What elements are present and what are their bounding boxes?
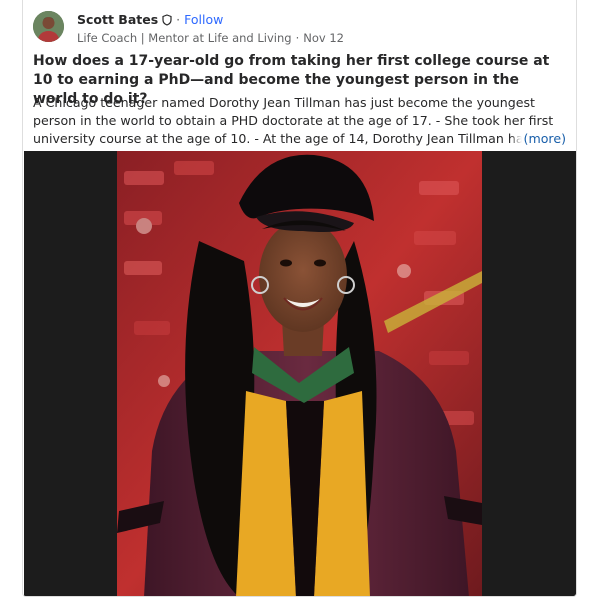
author-name[interactable]: Scott Bates xyxy=(77,12,158,27)
author-credential: Life Coach | Mentor at Life and Living xyxy=(77,31,292,45)
author-line: Scott Bates · Follow xyxy=(77,12,223,29)
credential-line: Life Coach | Mentor at Life and Living · N… xyxy=(77,31,344,45)
answer-text[interactable]: A Chicago teenager named Dorothy Jean Ti… xyxy=(33,94,571,148)
post-header: Scott Bates · Follow Life Coach | Mentor a… xyxy=(33,11,568,45)
post-date[interactable]: Nov 12 xyxy=(303,31,344,45)
follow-button[interactable]: Follow xyxy=(184,12,223,27)
more-link[interactable]: (more) xyxy=(509,130,566,148)
separator-dot-2: · xyxy=(295,31,300,45)
answer-card: Scott Bates · Follow Life Coach | Mentor a… xyxy=(22,0,577,597)
avatar[interactable] xyxy=(33,11,64,42)
shield-outline-icon xyxy=(162,14,172,29)
post-photo[interactable] xyxy=(24,151,576,596)
separator-dot: · xyxy=(176,12,181,27)
